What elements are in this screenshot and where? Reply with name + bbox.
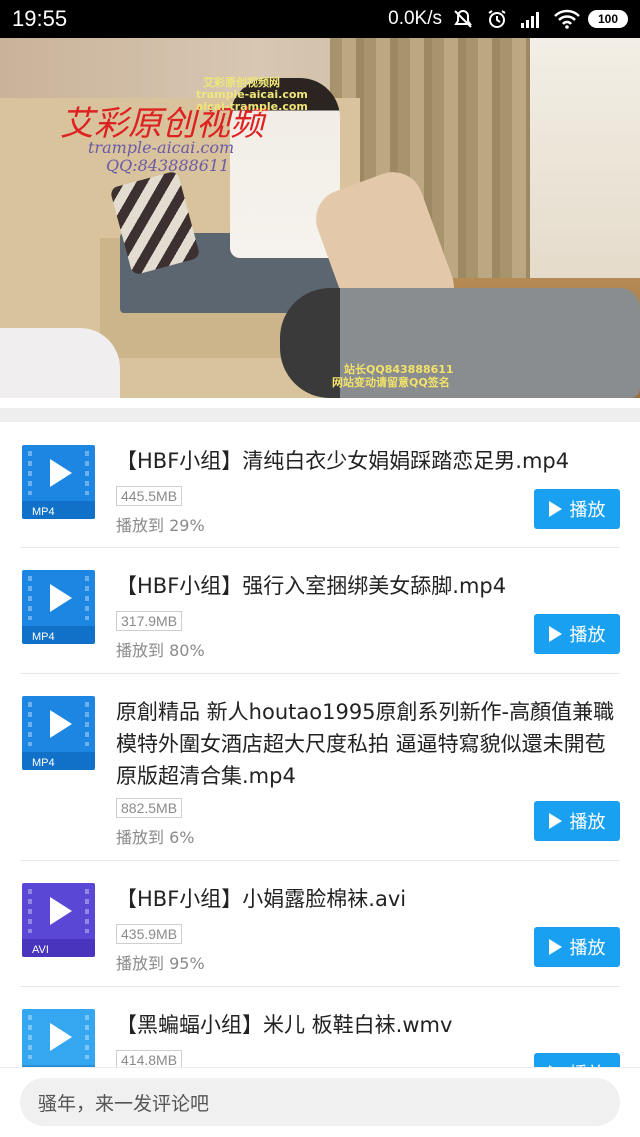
play-icon <box>548 626 562 642</box>
film-perforation <box>28 1015 32 1059</box>
alarm-icon <box>486 9 510 29</box>
video-title[interactable]: 原創精品 新人houtao1995原創系列新作-高顏值兼職模特外圍女酒店超大尺度… <box>116 696 620 792</box>
format-label: MP4 <box>32 631 55 643</box>
battery-icon: 100 <box>588 10 628 28</box>
video-frame-sheet <box>0 328 120 398</box>
play-progress: 播放到 95% <box>116 954 205 973</box>
play-button-label: 播放 <box>569 938 606 959</box>
video-watermark-qq: QQ:843888611 <box>106 156 230 175</box>
film-perforation <box>28 702 32 746</box>
list-item[interactable]: AVI 【HBF小组】小娟露脸棉袜.avi 435.9MB 播放到 95% 播放 <box>20 861 620 987</box>
video-thumb[interactable]: MP4 <box>22 445 95 519</box>
status-right: 0.0K/s 100 <box>388 8 628 30</box>
video-player[interactable]: 艾彩原创视频 trample-aicai.com QQ:843888611 艾彩… <box>0 38 640 398</box>
video-list[interactable]: MP4 【HBF小组】清纯白衣少女娟娟踩踏恋足男.mp4 445.5MB 播放到… <box>0 422 640 1068</box>
list-item[interactable]: MP4 原創精品 新人houtao1995原創系列新作-高顏值兼職模特外圍女酒店… <box>20 674 620 861</box>
play-button[interactable]: 播放 <box>534 801 620 841</box>
play-button-label: 播放 <box>569 625 606 646</box>
video-watermark-bottom: 网站变动请留意QQ签名 <box>332 376 450 389</box>
play-progress: 播放到 29% <box>116 516 205 535</box>
comment-input[interactable]: 骚年，来一发评论吧 <box>20 1078 620 1126</box>
play-icon <box>548 501 562 517</box>
video-thumb[interactable]: MP4 <box>22 696 95 770</box>
play-progress: 播放到 6% <box>116 828 195 847</box>
section-divider <box>0 408 640 422</box>
video-thumb[interactable]: AVI <box>22 883 95 957</box>
video-title[interactable]: 【HBF小组】小娟露脸棉袜.avi <box>116 883 620 915</box>
play-icon <box>50 710 72 738</box>
video-thumb[interactable] <box>22 1009 95 1068</box>
format-label: MP4 <box>32 757 55 769</box>
play-icon <box>548 813 562 829</box>
play-button-label: 播放 <box>570 1060 606 1068</box>
film-perforation <box>85 1015 89 1059</box>
mute-icon <box>452 9 476 29</box>
video-title[interactable]: 【黑蝙蝠小组】米儿 板鞋白袜.wmv <box>116 1009 620 1041</box>
list-item[interactable]: 【黑蝙蝠小组】米儿 板鞋白袜.wmv 414.8MB 播放 <box>20 987 620 1068</box>
play-button[interactable]: 播放 <box>534 1053 620 1068</box>
file-size: 317.9MB <box>116 611 183 631</box>
signal-icon <box>520 9 544 29</box>
status-time: 19:55 <box>12 6 68 31</box>
play-button[interactable]: 播放 <box>534 614 620 654</box>
play-button[interactable]: 播放 <box>534 927 620 967</box>
video-watermark-small: aicai-trample.com <box>196 100 308 113</box>
film-perforation <box>28 576 32 620</box>
film-perforation <box>28 889 32 933</box>
film-perforation <box>85 702 89 746</box>
film-perforation <box>28 451 32 495</box>
video-watermark-url: trample-aicai.com <box>88 138 235 157</box>
play-icon <box>50 584 72 612</box>
status-bar: 19:55 0.0K/s 100 <box>0 0 640 38</box>
file-size: 435.9MB <box>116 924 183 944</box>
comment-bar: 骚年，来一发评论吧 <box>0 1068 640 1137</box>
wifi-icon <box>554 9 580 29</box>
file-size: 445.5MB <box>116 486 183 506</box>
play-icon <box>50 459 72 487</box>
film-perforation <box>85 451 89 495</box>
play-progress: 播放到 80% <box>116 641 205 660</box>
play-button-label: 播放 <box>569 812 606 833</box>
list-item[interactable]: MP4 【HBF小组】强行入室捆绑美女舔脚.mp4 317.9MB 播放到 80… <box>20 548 620 674</box>
play-icon <box>50 897 72 925</box>
play-button-label: 播放 <box>569 500 606 521</box>
film-perforation <box>85 889 89 933</box>
net-speed: 0.0K/s <box>388 8 442 29</box>
format-label: MP4 <box>32 506 55 518</box>
play-icon <box>548 939 562 955</box>
format-label: AVI <box>32 944 49 956</box>
play-button[interactable]: 播放 <box>534 489 620 529</box>
play-icon <box>50 1023 72 1051</box>
video-title[interactable]: 【HBF小组】强行入室捆绑美女舔脚.mp4 <box>116 570 620 602</box>
list-item[interactable]: MP4 【HBF小组】清纯白衣少女娟娟踩踏恋足男.mp4 445.5MB 播放到… <box>20 422 620 548</box>
video-frame-window <box>530 38 640 318</box>
file-size: 882.5MB <box>116 798 183 818</box>
video-title[interactable]: 【HBF小组】清纯白衣少女娟娟踩踏恋足男.mp4 <box>116 445 620 477</box>
video-thumb[interactable]: MP4 <box>22 570 95 644</box>
film-perforation <box>85 576 89 620</box>
file-size: 414.8MB <box>116 1050 183 1068</box>
